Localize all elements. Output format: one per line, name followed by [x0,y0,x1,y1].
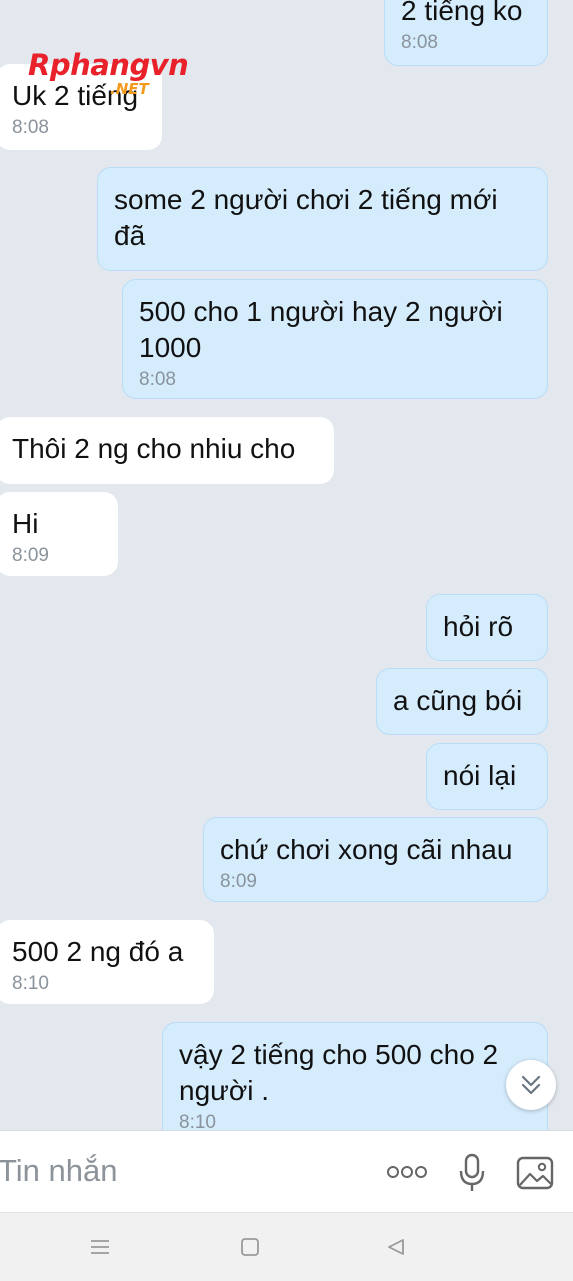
send-image-button[interactable] [512,1153,558,1193]
message-text: nói lại [443,760,517,791]
home-square-icon [241,1238,259,1256]
message-time: 8:08 [401,32,438,53]
message-time: 8:09 [220,871,257,892]
message-time: 8:10 [12,973,49,994]
watermark-logo-suffix: .NET [110,80,149,98]
message-bubble-outgoing[interactable]: a cũng bói [376,668,548,735]
message-bubble-outgoing[interactable]: chứ chơi xong cãi nhau 8:09 [203,817,548,902]
message-text: some 2 người chơi 2 tiếng mới đã [114,184,498,251]
message-composer [0,1130,573,1213]
chat-area[interactable]: 2 tiếng ko 8:08 Uk 2 tiếng 8:08 Rphangvn… [0,0,573,1130]
double-chevron-down-icon [521,1075,541,1095]
message-text: Hi [12,508,39,539]
message-bubble-outgoing[interactable]: nói lại [426,743,548,810]
message-time: 8:08 [139,369,176,390]
more-dots-icon [387,1166,427,1178]
message-time: 8:08 [12,117,49,138]
message-text: Thôi 2 ng cho nhiu cho [12,433,296,464]
message-text: hỏi rõ [443,611,514,642]
menu-icon [91,1240,109,1254]
message-bubble-incoming[interactable]: Thôi 2 ng cho nhiu cho [0,417,334,484]
image-icon [516,1156,554,1190]
message-bubble-outgoing[interactable]: hỏi rõ [426,594,548,661]
message-bubble-incoming[interactable]: Hi 8:09 [0,492,118,576]
message-bubble-outgoing[interactable]: some 2 người chơi 2 tiếng mới đã [97,167,548,271]
message-text: 500 2 ng đó a [12,936,184,967]
message-bubble-outgoing[interactable]: vậy 2 tiếng cho 500 cho 2 người . 8:10 [162,1022,548,1130]
nav-menu-button[interactable] [84,1231,116,1263]
message-text: chứ chơi xong cãi nhau [220,834,513,865]
message-bubble-outgoing[interactable]: 2 tiếng ko 8:08 [384,0,548,66]
message-time: 8:09 [12,545,49,566]
back-triangle-icon [388,1239,404,1255]
nav-back-button[interactable] [380,1231,412,1263]
system-navigation-bar [0,1212,573,1281]
nav-home-button[interactable] [234,1231,266,1263]
voice-message-button[interactable] [452,1151,492,1195]
message-bubble-incoming[interactable]: 500 2 ng đó a 8:10 [0,920,214,1004]
scroll-to-bottom-button[interactable] [506,1060,556,1110]
more-options-button[interactable] [383,1157,431,1187]
message-text: a cũng bói [393,685,523,716]
message-time: 8:10 [179,1112,216,1130]
microphone-icon [459,1153,485,1191]
message-text: vậy 2 tiếng cho 500 cho 2 người . [179,1039,499,1106]
message-text: 2 tiếng ko [401,0,523,26]
message-text: 500 cho 1 người hay 2 người 1000 [139,296,503,363]
watermark-logo: Rphangvn [28,48,189,82]
message-input[interactable] [0,1151,358,1191]
message-bubble-outgoing[interactable]: 500 cho 1 người hay 2 người 1000 8:08 [122,279,548,399]
